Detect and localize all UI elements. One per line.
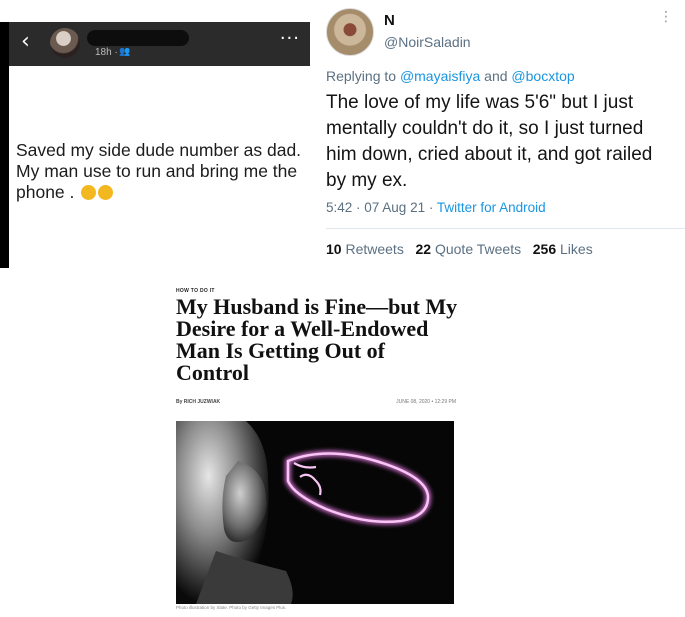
divider: [326, 228, 685, 229]
neon-eggplant-illustration: [176, 421, 454, 604]
tweet-meta: 5:42 · 07 Aug 21 · Twitter for Android: [326, 200, 546, 215]
flushed-emoji-icon: [98, 185, 114, 200]
likes-stat[interactable]: 256 Likes: [533, 241, 593, 257]
article-title: My Husband is Fine—but My Desire for a W…: [176, 294, 458, 385]
likes-count: 256: [532, 241, 557, 257]
user-avatar[interactable]: [326, 8, 374, 56]
more-options-icon[interactable]: ⋮: [659, 10, 673, 24]
quote-count: 22: [415, 241, 432, 257]
likes-label: Likes: [556, 241, 593, 257]
tweet-body: The love of my life was 5'6" but I just …: [326, 92, 653, 191]
retweets-count: 10: [326, 241, 342, 257]
replying-to: Replying to @mayaisfiya and @bocxtop: [326, 68, 575, 84]
post-text: Saved my side dude number as dad. My man…: [16, 140, 306, 203]
post-body: Saved my side dude number as dad. My man…: [16, 140, 302, 202]
friends-audience-icon: 👥: [119, 47, 131, 57]
quote-label: Quote Tweets: [431, 241, 522, 257]
quote-tweets-stat[interactable]: 22 Quote Tweets: [416, 241, 522, 257]
story-header: ‹ 18h · 👥 ···: [9, 22, 310, 66]
display-name[interactable]: N: [384, 12, 395, 29]
tweet-stats: 10 Retweets 22 Quote Tweets 256 Likes: [326, 241, 593, 257]
redacted-name: [87, 30, 189, 46]
reply-user-link-1[interactable]: @mayaisfiya: [400, 68, 480, 84]
avatar[interactable]: [50, 28, 80, 58]
tweet-source-link[interactable]: Twitter for Android: [437, 200, 546, 215]
user-handle[interactable]: @NoirSaladin: [384, 34, 471, 50]
left-dark-bar: [0, 22, 9, 268]
tweet-timestamp[interactable]: 5:42 · 07 Aug 21 ·: [326, 200, 437, 215]
reply-user-link-2[interactable]: @bocxtop: [511, 68, 574, 84]
retweets-label: Retweets: [341, 241, 404, 257]
article-card: HOW TO DO IT My Husband is Fine—but My D…: [168, 282, 468, 612]
article-photo: [176, 421, 454, 604]
article-date: JUNE 08, 2020 • 12:29 PM: [396, 399, 456, 405]
retweets-stat[interactable]: 10 Retweets: [326, 241, 404, 257]
article-byline[interactable]: By RICH JUZWIAK: [176, 399, 220, 405]
tweet-card: N @NoirSaladin ⋮ Replying to @mayaisfiya…: [316, 0, 685, 268]
back-arrow-icon[interactable]: ‹: [21, 31, 30, 53]
reply-and: and: [480, 68, 512, 84]
laughing-emoji-icon: [81, 185, 97, 200]
facebook-story-card: ‹ 18h · 👥 ··· Saved my side dude number …: [0, 22, 310, 268]
more-options-icon[interactable]: ···: [280, 30, 300, 48]
photo-caption: Photo illustration by Slate. Photo by Ge…: [176, 605, 287, 610]
replying-prefix: Replying to: [326, 68, 400, 84]
post-time: 18h ·: [95, 47, 118, 58]
